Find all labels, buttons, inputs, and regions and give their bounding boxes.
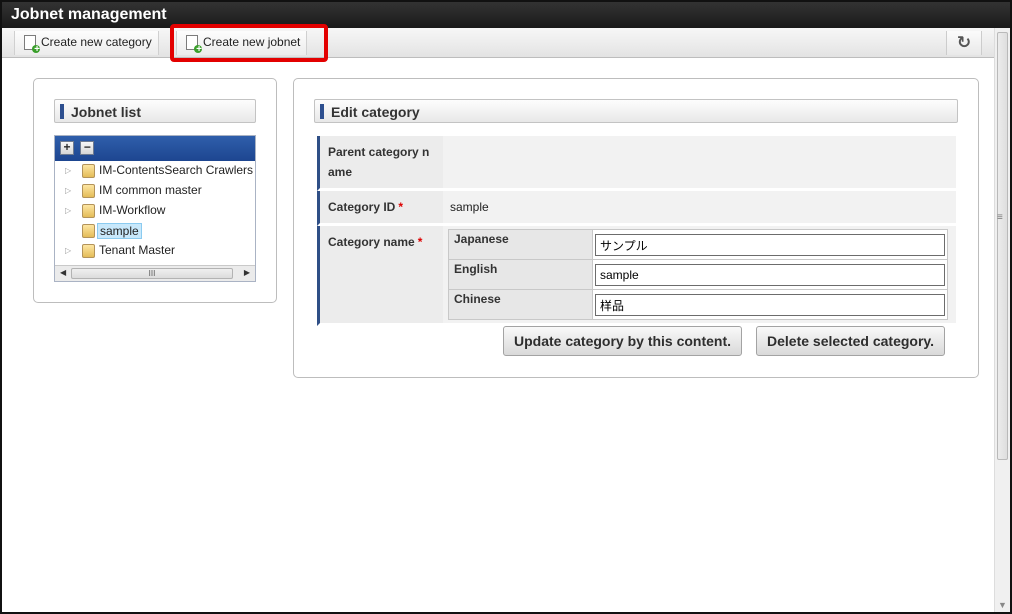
folder-icon xyxy=(82,184,95,198)
expand-arrow-icon[interactable]: ▷ xyxy=(65,206,71,215)
edit-category-form: Parent category n ame Category ID * sampl… xyxy=(317,136,956,326)
tree-item-common-master[interactable]: ▷ IM common master xyxy=(55,181,255,201)
japanese-label: Japanese xyxy=(448,229,593,260)
delete-category-button[interactable]: Delete selected category. xyxy=(756,326,946,356)
scroll-left-icon[interactable]: ◀ xyxy=(60,268,66,277)
expand-arrow-icon[interactable]: ▷ xyxy=(65,186,71,195)
jobnet-tree: + − ▷ IM-ContentsSearch Crawlers ▷ IM co… xyxy=(54,135,256,282)
expand-arrow-icon[interactable]: ▷ xyxy=(65,166,71,175)
vertical-scroll-thumb[interactable] xyxy=(997,32,1008,460)
english-label: English xyxy=(448,259,593,290)
japanese-name-row: Japanese xyxy=(448,229,948,260)
category-name-table: Japanese English Chinese xyxy=(448,229,948,320)
jobnet-management-window: Jobnet management Create new category Cr… xyxy=(0,0,1012,614)
expand-arrow-icon[interactable]: ▷ xyxy=(65,246,71,255)
required-mark: * xyxy=(417,235,423,249)
tree-item-label: IM common master xyxy=(99,183,202,197)
refresh-icon: ↻ xyxy=(956,33,972,52)
chinese-label: Chinese xyxy=(448,289,593,320)
scroll-down-icon[interactable]: ▼ xyxy=(998,600,1007,610)
tree-item-tenant-master[interactable]: ▷ Tenant Master xyxy=(55,241,255,261)
tree-horizontal-scrollbar[interactable]: ◀ III ▶ xyxy=(55,265,255,281)
category-id-label-text: Category ID xyxy=(328,200,396,214)
tree-item-label: IM-Workflow xyxy=(99,203,166,217)
folder-icon xyxy=(82,224,95,238)
new-document-icon xyxy=(24,35,40,55)
vertical-scrollbar[interactable]: ≡ ▼ xyxy=(994,28,1010,612)
scroll-grip-icon: ≡ xyxy=(997,212,1003,223)
category-id-label: Category ID * xyxy=(317,191,443,226)
collapse-all-icon[interactable]: − xyxy=(80,141,95,155)
refresh-button[interactable]: ↻ xyxy=(946,31,982,55)
tree-item-contents-search[interactable]: ▷ IM-ContentsSearch Crawlers xyxy=(55,161,255,181)
category-name-label-text: Category name xyxy=(328,235,415,249)
update-category-button[interactable]: Update category by this content. xyxy=(503,326,743,356)
create-jobnet-highlight xyxy=(170,24,328,62)
tree-toolbar: + − xyxy=(55,136,255,161)
tree-item-label: IM-ContentsSearch Crawlers xyxy=(99,163,254,177)
create-category-label: Create new category xyxy=(41,35,152,49)
folder-icon xyxy=(82,244,95,258)
english-name-input[interactable] xyxy=(595,264,945,286)
english-input-cell xyxy=(592,259,948,290)
window-title: Jobnet management xyxy=(2,2,1010,28)
japanese-input-cell xyxy=(592,229,948,260)
tree-item-workflow[interactable]: ▷ IM-Workflow xyxy=(55,201,255,221)
category-name-label: Category name * xyxy=(317,226,443,326)
scroll-right-icon[interactable]: ▶ xyxy=(244,268,250,277)
scroll-thumb[interactable]: III xyxy=(71,268,233,279)
folder-icon xyxy=(82,204,95,218)
category-id-value: sample xyxy=(443,191,956,226)
parent-category-label: Parent category n ame xyxy=(317,136,443,191)
tree-item-label: sample xyxy=(97,223,142,239)
chinese-name-row: Chinese xyxy=(448,289,948,320)
japanese-name-input[interactable] xyxy=(595,234,945,256)
expand-all-icon[interactable]: + xyxy=(60,141,74,155)
edit-category-title: Edit category xyxy=(314,99,958,123)
required-mark: * xyxy=(398,200,404,214)
category-name-values: Japanese English Chinese xyxy=(443,226,956,326)
chinese-name-input[interactable] xyxy=(595,294,945,316)
chinese-input-cell xyxy=(592,289,948,320)
english-name-row: English xyxy=(448,259,948,290)
parent-category-value xyxy=(443,136,956,191)
jobnet-list-title: Jobnet list xyxy=(54,99,256,123)
create-category-button[interactable]: Create new category xyxy=(14,31,159,55)
toolbar: Create new category Create new jobnet ↻ xyxy=(2,28,994,58)
tree-item-label: Tenant Master xyxy=(99,243,176,257)
folder-icon xyxy=(82,164,95,178)
tree-item-sample[interactable]: sample xyxy=(55,221,255,241)
